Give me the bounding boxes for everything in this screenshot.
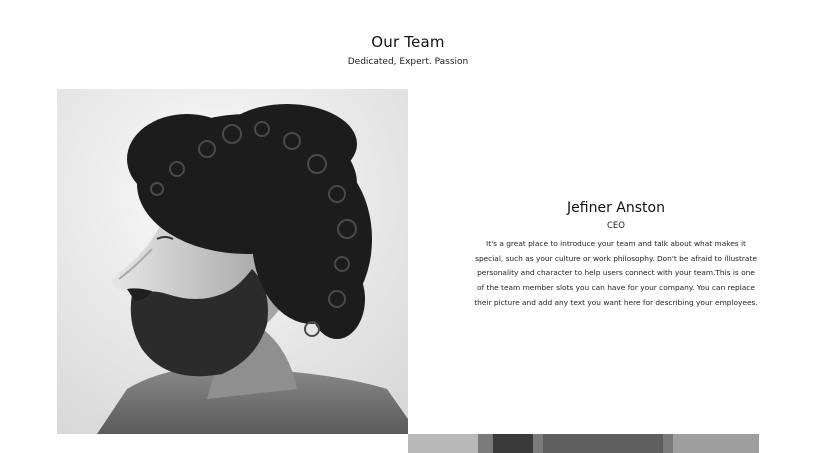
member-bio: It's a great place to introduce your tea… — [474, 239, 758, 307]
next-team-member-photo — [408, 434, 759, 453]
team-member-info: Jefiner Anston CEO It's a great place to… — [474, 200, 758, 311]
section-title: Our Team — [371, 33, 445, 51]
team-member-photo — [57, 89, 408, 434]
team-page: Our Team Dedicated, Expert. Passion Jefi… — [0, 0, 816, 453]
member-name: Jefiner Anston — [567, 200, 665, 216]
section-subtitle: Dedicated, Expert. Passion — [347, 57, 469, 67]
member-role: CEO — [607, 221, 625, 231]
